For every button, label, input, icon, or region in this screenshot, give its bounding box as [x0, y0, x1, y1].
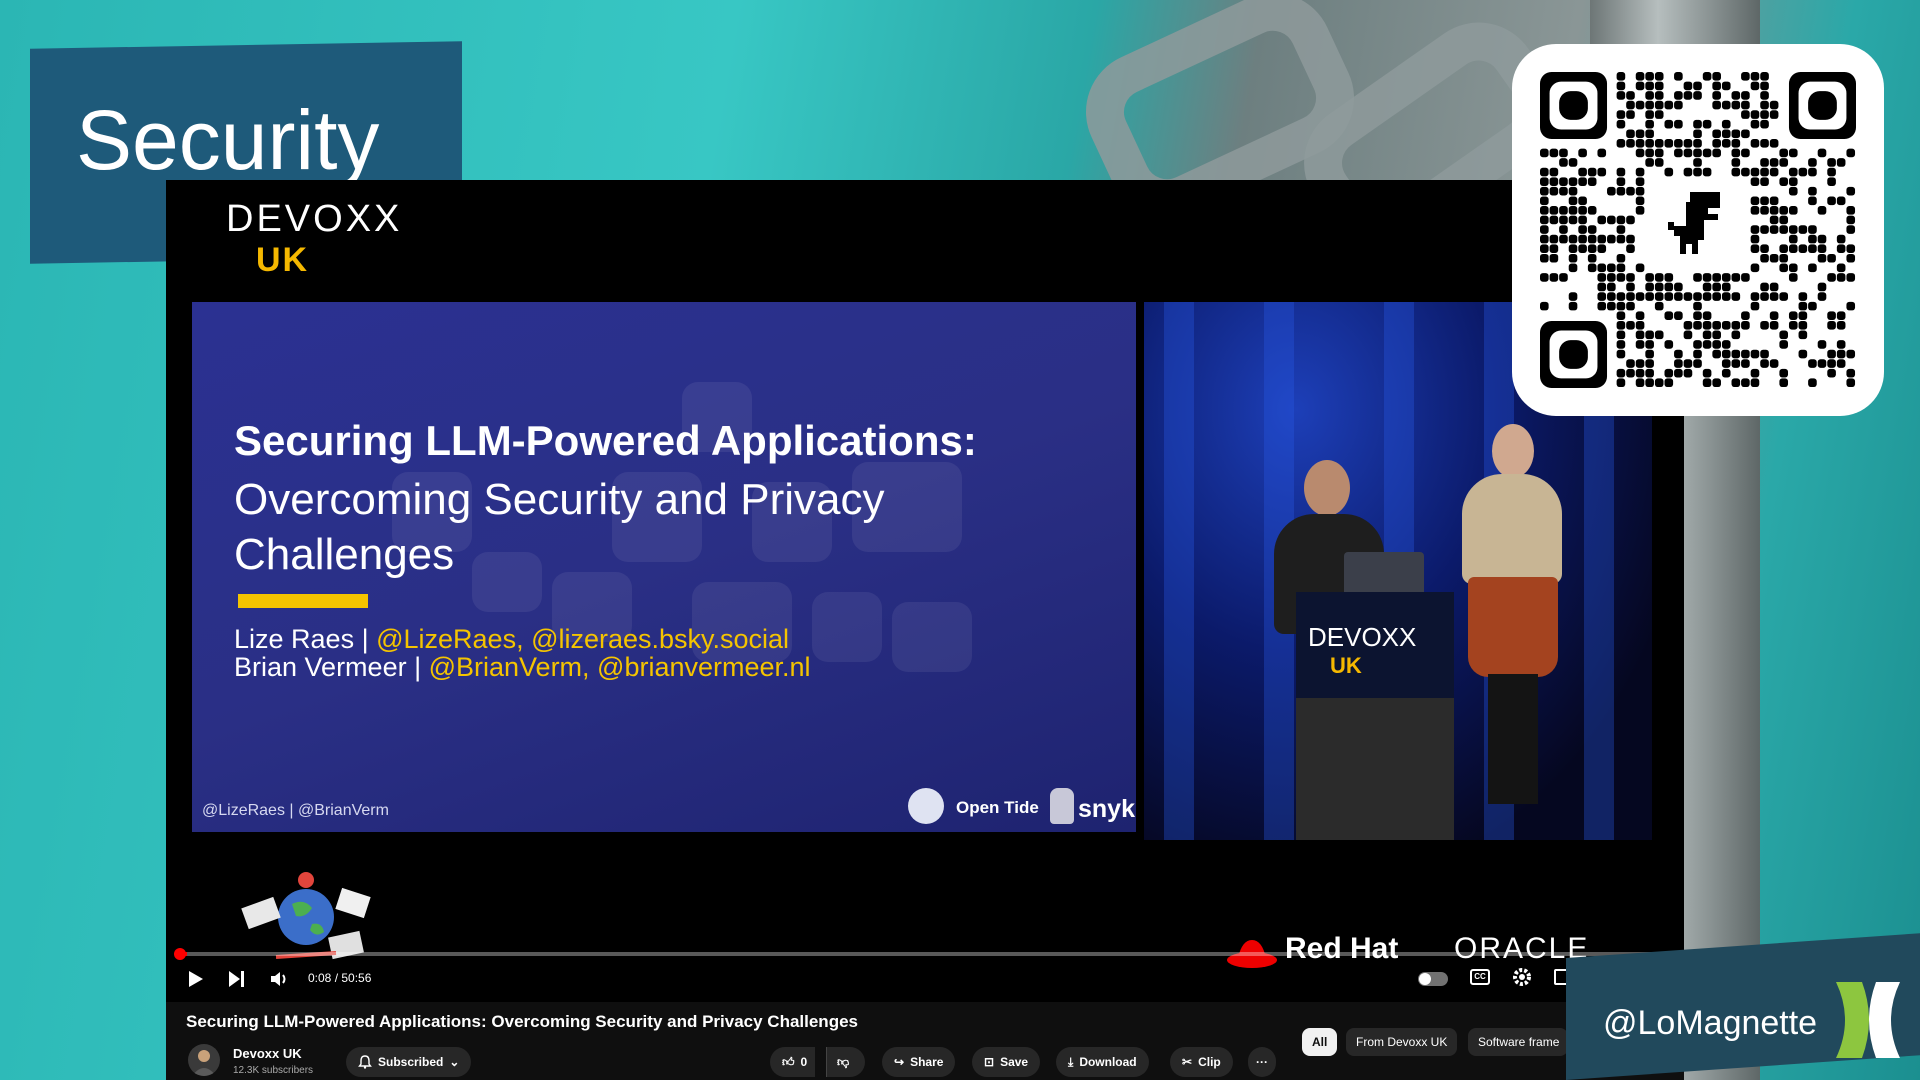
- sponsor-open-tide: Open Tide: [956, 798, 1039, 817]
- speaker-handle: @LoMagnette: [1603, 1004, 1818, 1042]
- scissors-icon: ✂: [1182, 1055, 1193, 1069]
- qr-code-card: [1512, 44, 1884, 416]
- speaker-1-name: Lize Raes |: [234, 624, 377, 654]
- bell-icon: [358, 1055, 372, 1069]
- share-label: Share: [910, 1055, 944, 1069]
- download-icon: ⤓: [1068, 1054, 1074, 1069]
- qr-code-icon: [1540, 72, 1856, 388]
- speaker-2-top: [1462, 474, 1562, 584]
- presentation-slide: Securing LLM-Powered Applications: Overc…: [192, 302, 1136, 832]
- subscribed-button[interactable]: Subscribed ⌄: [346, 1047, 472, 1077]
- slide-speaker-1: Lize Raes | @LizeRaes, @lizeraes.bsky.so…: [234, 624, 789, 655]
- chip-software-frame[interactable]: Software frame: [1468, 1028, 1568, 1056]
- download-button[interactable]: ⤓ Download: [1056, 1047, 1149, 1077]
- channel-subscriber-count: 12.3K subscribers: [233, 1065, 314, 1076]
- channel-avatar[interactable]: [188, 1044, 220, 1076]
- share-icon: ↪: [894, 1055, 905, 1069]
- sponsor-snyk: snyk: [1078, 795, 1135, 823]
- share-button[interactable]: ↪ Share: [882, 1047, 956, 1077]
- speaker-1-handles: @LizeRaes, @lizeraes.bsky.social: [376, 624, 790, 654]
- devoxx-logo: DEVOXX UK: [226, 198, 402, 280]
- clip-button[interactable]: ✂ Clip: [1170, 1047, 1233, 1077]
- chip-from-devoxx-uk[interactable]: From Devoxx UK: [1346, 1028, 1458, 1056]
- podium-logo-text: DEVOXX: [1308, 622, 1417, 652]
- thumbs-up-icon: 👍︎: [782, 1054, 795, 1069]
- like-button[interactable]: 👍︎ 0: [770, 1047, 816, 1077]
- captions-icon[interactable]: CC: [1470, 969, 1490, 985]
- progress-bar[interactable]: [180, 952, 1670, 956]
- slide-footer-handles: @LizeRaes | @BrianVerm: [202, 802, 389, 819]
- section-title: Security: [76, 93, 380, 187]
- slide-accent-bar: [238, 594, 368, 608]
- speaker-2-handles: @BrianVerm, @brianvermeer.nl: [428, 652, 811, 682]
- volume-icon[interactable]: [270, 970, 290, 988]
- snyk-dog-icon: [1050, 788, 1074, 824]
- devoxx-logo-uk: UK: [256, 241, 310, 279]
- dislike-button[interactable]: 👎︎: [826, 1047, 866, 1077]
- bookmark-icon: ⊡: [984, 1055, 995, 1069]
- chip-all[interactable]: All: [1302, 1028, 1338, 1056]
- save-label: Save: [1000, 1055, 1029, 1069]
- next-icon[interactable]: [228, 970, 246, 988]
- slide-subtitle: Overcoming Security and Privacy Challeng…: [234, 475, 885, 579]
- sponsor-red-hat: Red Hat: [1285, 932, 1399, 965]
- open-tide-logo-icon: [908, 788, 944, 824]
- clip-label: Clip: [1198, 1055, 1221, 1069]
- slide-speaker-2: Brian Vermeer | @BrianVerm, @brianvermee…: [234, 652, 811, 683]
- slide-title: Securing LLM-Powered Applications:: [234, 417, 977, 464]
- devoxx-logo-text: DEVOXX: [226, 198, 403, 240]
- speaker-2-head: [1492, 424, 1534, 478]
- channel-name[interactable]: Devoxx UK: [233, 1046, 302, 1061]
- speaker-2-skirt: [1468, 577, 1558, 677]
- time-display: 0:08 / 50:56: [308, 971, 372, 985]
- more-actions-button[interactable]: ···: [1248, 1047, 1276, 1077]
- settings-icon[interactable]: [1512, 967, 1532, 987]
- video-title: Securing LLM-Powered Applications: Overc…: [186, 1012, 858, 1031]
- laptop: [1344, 552, 1424, 596]
- speaker-brand-logo-icon: [1836, 982, 1900, 1058]
- podium-logo-uk: UK: [1330, 653, 1362, 678]
- speaker-1-head: [1304, 460, 1350, 516]
- chevron-down-icon: ⌄: [449, 1055, 460, 1069]
- subscribed-label: Subscribed: [378, 1055, 444, 1069]
- curtain-stripe: [1164, 302, 1194, 840]
- autoplay-knob: [1419, 973, 1431, 985]
- download-label: Download: [1079, 1055, 1137, 1069]
- autoplay-toggle[interactable]: [1418, 972, 1448, 986]
- like-count: 0: [800, 1055, 808, 1069]
- save-button[interactable]: ⊡ Save: [972, 1047, 1041, 1077]
- thumbs-down-icon: 👎︎: [837, 1054, 850, 1069]
- speaker-2-legs: [1488, 674, 1538, 804]
- speaker-2-name: Brian Vermeer |: [234, 652, 429, 682]
- play-icon[interactable]: [188, 970, 204, 988]
- podium-logo: DEVOXX UK: [1308, 622, 1416, 679]
- slide-decor-tile: [892, 602, 972, 672]
- slide-decor-tile: [812, 592, 882, 662]
- progress-scrubber[interactable]: [174, 948, 186, 960]
